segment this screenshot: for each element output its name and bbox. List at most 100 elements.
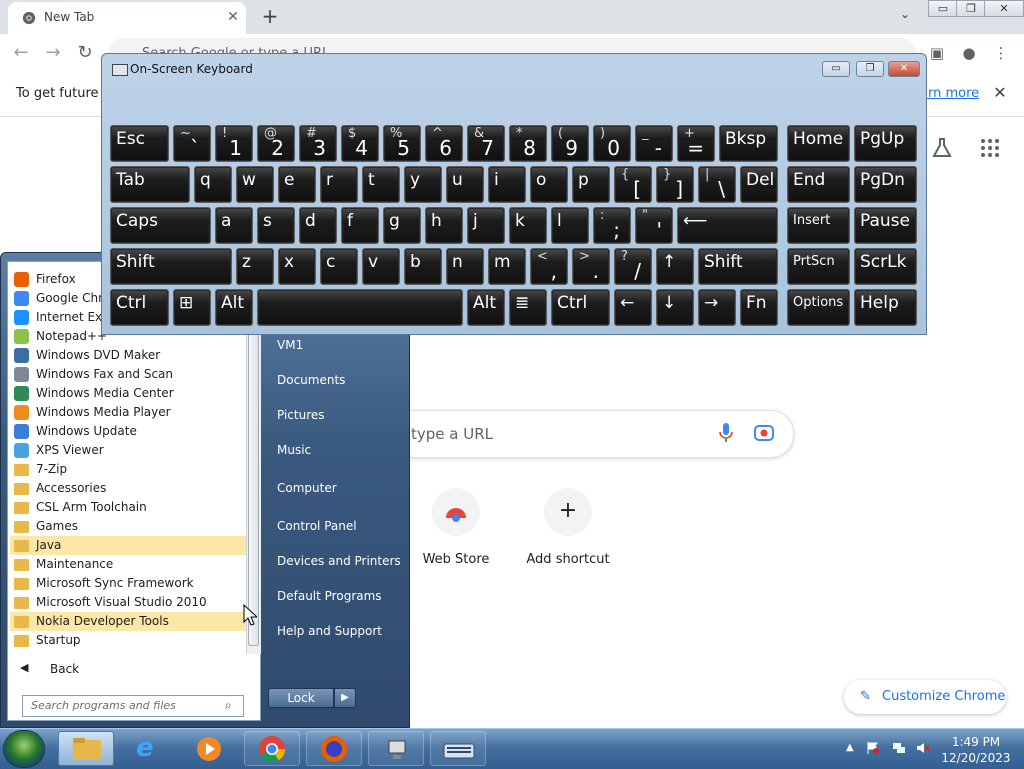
key-pgup[interactable]: PgUp: [854, 125, 917, 162]
key-[interactable]: ≣: [509, 289, 547, 326]
program-item[interactable]: Maintenance: [10, 555, 246, 574]
key-[interactable]: | \: [698, 166, 736, 203]
program-item[interactable]: Windows DVD Maker: [10, 346, 246, 365]
key-0[interactable]: ) 0: [593, 125, 631, 162]
show-hidden-icons-icon[interactable]: ▲: [846, 742, 854, 753]
key-u[interactable]: u: [446, 166, 484, 203]
menu-icon[interactable]: ⋮: [990, 42, 1012, 64]
profile-icon[interactable]: ●: [958, 42, 980, 64]
search-programs-input[interactable]: Search programs and files ⌕: [22, 695, 244, 717]
lock-button[interactable]: Lock: [268, 688, 334, 708]
key-7[interactable]: & 7: [467, 125, 505, 162]
start-right-item[interactable]: Computer: [277, 481, 337, 495]
volume-muted-icon[interactable]: [916, 741, 930, 755]
key-h[interactable]: h: [425, 207, 463, 244]
taskbar-ie[interactable]: e: [120, 731, 176, 766]
network-icon[interactable]: [892, 741, 906, 755]
key-b[interactable]: b: [404, 248, 442, 285]
key-2[interactable]: @2: [257, 125, 295, 162]
clock-date[interactable]: 12/20/2023: [938, 751, 1014, 765]
key-[interactable]: ↑: [656, 248, 694, 285]
taskbar-firefox[interactable]: [306, 731, 362, 766]
program-item[interactable]: 7-Zip: [10, 460, 246, 479]
program-item[interactable]: Windows Media Player: [10, 403, 246, 422]
key-w[interactable]: w: [236, 166, 274, 203]
key-[interactable]: + =: [677, 125, 715, 162]
microphone-icon[interactable]: [719, 423, 733, 443]
taskbar-explorer[interactable]: [58, 731, 114, 766]
key-z[interactable]: z: [236, 248, 274, 285]
key-shift[interactable]: Shift: [698, 248, 778, 285]
key-alt[interactable]: Alt: [467, 289, 505, 326]
program-item[interactable]: Accessories: [10, 479, 246, 498]
program-item[interactable]: CSL Arm Toolchain: [10, 498, 246, 517]
key-9[interactable]: (9: [551, 125, 589, 162]
forward-arrow-icon[interactable]: →: [42, 42, 64, 64]
key-[interactable]: ←: [614, 289, 652, 326]
key-[interactable]: ⊞: [173, 289, 211, 326]
key-p[interactable]: p: [572, 166, 610, 203]
start-right-item[interactable]: VM1: [277, 338, 303, 352]
key-[interactable]: }]: [656, 166, 694, 203]
infobar-close-icon[interactable]: ✕: [990, 83, 1010, 103]
ntp-search-box[interactable]: type a URL: [390, 410, 794, 458]
key-f[interactable]: f: [341, 207, 379, 244]
start-right-item[interactable]: Default Programs: [277, 589, 382, 603]
key-tab[interactable]: Tab: [110, 166, 190, 203]
key-[interactable]: <,: [530, 248, 568, 285]
key-l[interactable]: l: [551, 207, 589, 244]
key-g[interactable]: g: [383, 207, 421, 244]
key-4[interactable]: $4: [341, 125, 379, 162]
shortcut-web-store[interactable]: Web Store: [406, 488, 506, 588]
key-d[interactable]: d: [299, 207, 337, 244]
key-pause[interactable]: Pause: [854, 207, 917, 244]
key-r[interactable]: r: [320, 166, 358, 203]
key-[interactable]: " ': [635, 207, 673, 244]
key-space[interactable]: [257, 289, 463, 326]
key-c[interactable]: c: [320, 248, 358, 285]
program-item[interactable]: Nokia Developer Tools: [10, 612, 246, 631]
start-button[interactable]: [4, 731, 44, 767]
minimize-button[interactable]: ▭: [928, 0, 958, 17]
key-[interactable]: ? /: [614, 248, 652, 285]
key-t[interactable]: t: [362, 166, 400, 203]
key-[interactable]: →: [698, 289, 736, 326]
key-alt[interactable]: Alt: [215, 289, 253, 326]
key-pgdn[interactable]: PgDn: [854, 166, 917, 203]
key-[interactable]: >.: [572, 248, 610, 285]
key-5[interactable]: % 5: [383, 125, 421, 162]
program-item[interactable]: Startup: [10, 631, 246, 650]
key-ctrl[interactable]: Ctrl: [551, 289, 610, 326]
close-window-button[interactable]: ✕: [984, 0, 1024, 17]
key-x[interactable]: x: [278, 248, 316, 285]
key-shift[interactable]: Shift: [110, 248, 232, 285]
taskbar-media-player[interactable]: [182, 731, 238, 766]
key-8[interactable]: * 8: [509, 125, 547, 162]
key-insert[interactable]: Insert: [787, 207, 850, 244]
key-del[interactable]: Del: [740, 166, 778, 203]
program-item[interactable]: Windows Media Center: [10, 384, 246, 403]
start-right-item[interactable]: Documents: [277, 373, 345, 387]
side-panel-icon[interactable]: ▣: [926, 42, 948, 64]
key-[interactable]: {[: [614, 166, 652, 203]
key-fn[interactable]: Fn: [740, 289, 778, 326]
tab-close-icon[interactable]: ✕: [224, 8, 242, 26]
key-e[interactable]: e: [278, 166, 316, 203]
key-prtscn[interactable]: PrtScn: [787, 248, 850, 285]
key-j[interactable]: j: [467, 207, 505, 244]
program-item[interactable]: XPS Viewer: [10, 441, 246, 460]
key-caps[interactable]: Caps: [110, 207, 211, 244]
osk-close-button[interactable]: ✕: [888, 61, 920, 77]
restore-button[interactable]: ❐: [956, 0, 986, 17]
taskbar-network-app[interactable]: [368, 731, 424, 766]
osk-minimize-button[interactable]: ▭: [822, 61, 850, 77]
start-right-item[interactable]: Music: [277, 443, 311, 457]
key-[interactable]: ↓: [656, 289, 694, 326]
key-3[interactable]: #3: [299, 125, 337, 162]
clock-time[interactable]: 1:49 PM: [938, 735, 1014, 749]
key-ctrl[interactable]: Ctrl: [110, 289, 169, 326]
program-item[interactable]: Microsoft Visual Studio 2010: [10, 593, 246, 612]
key-i[interactable]: i: [488, 166, 526, 203]
key-help[interactable]: Help: [854, 289, 917, 326]
key-v[interactable]: v: [362, 248, 400, 285]
